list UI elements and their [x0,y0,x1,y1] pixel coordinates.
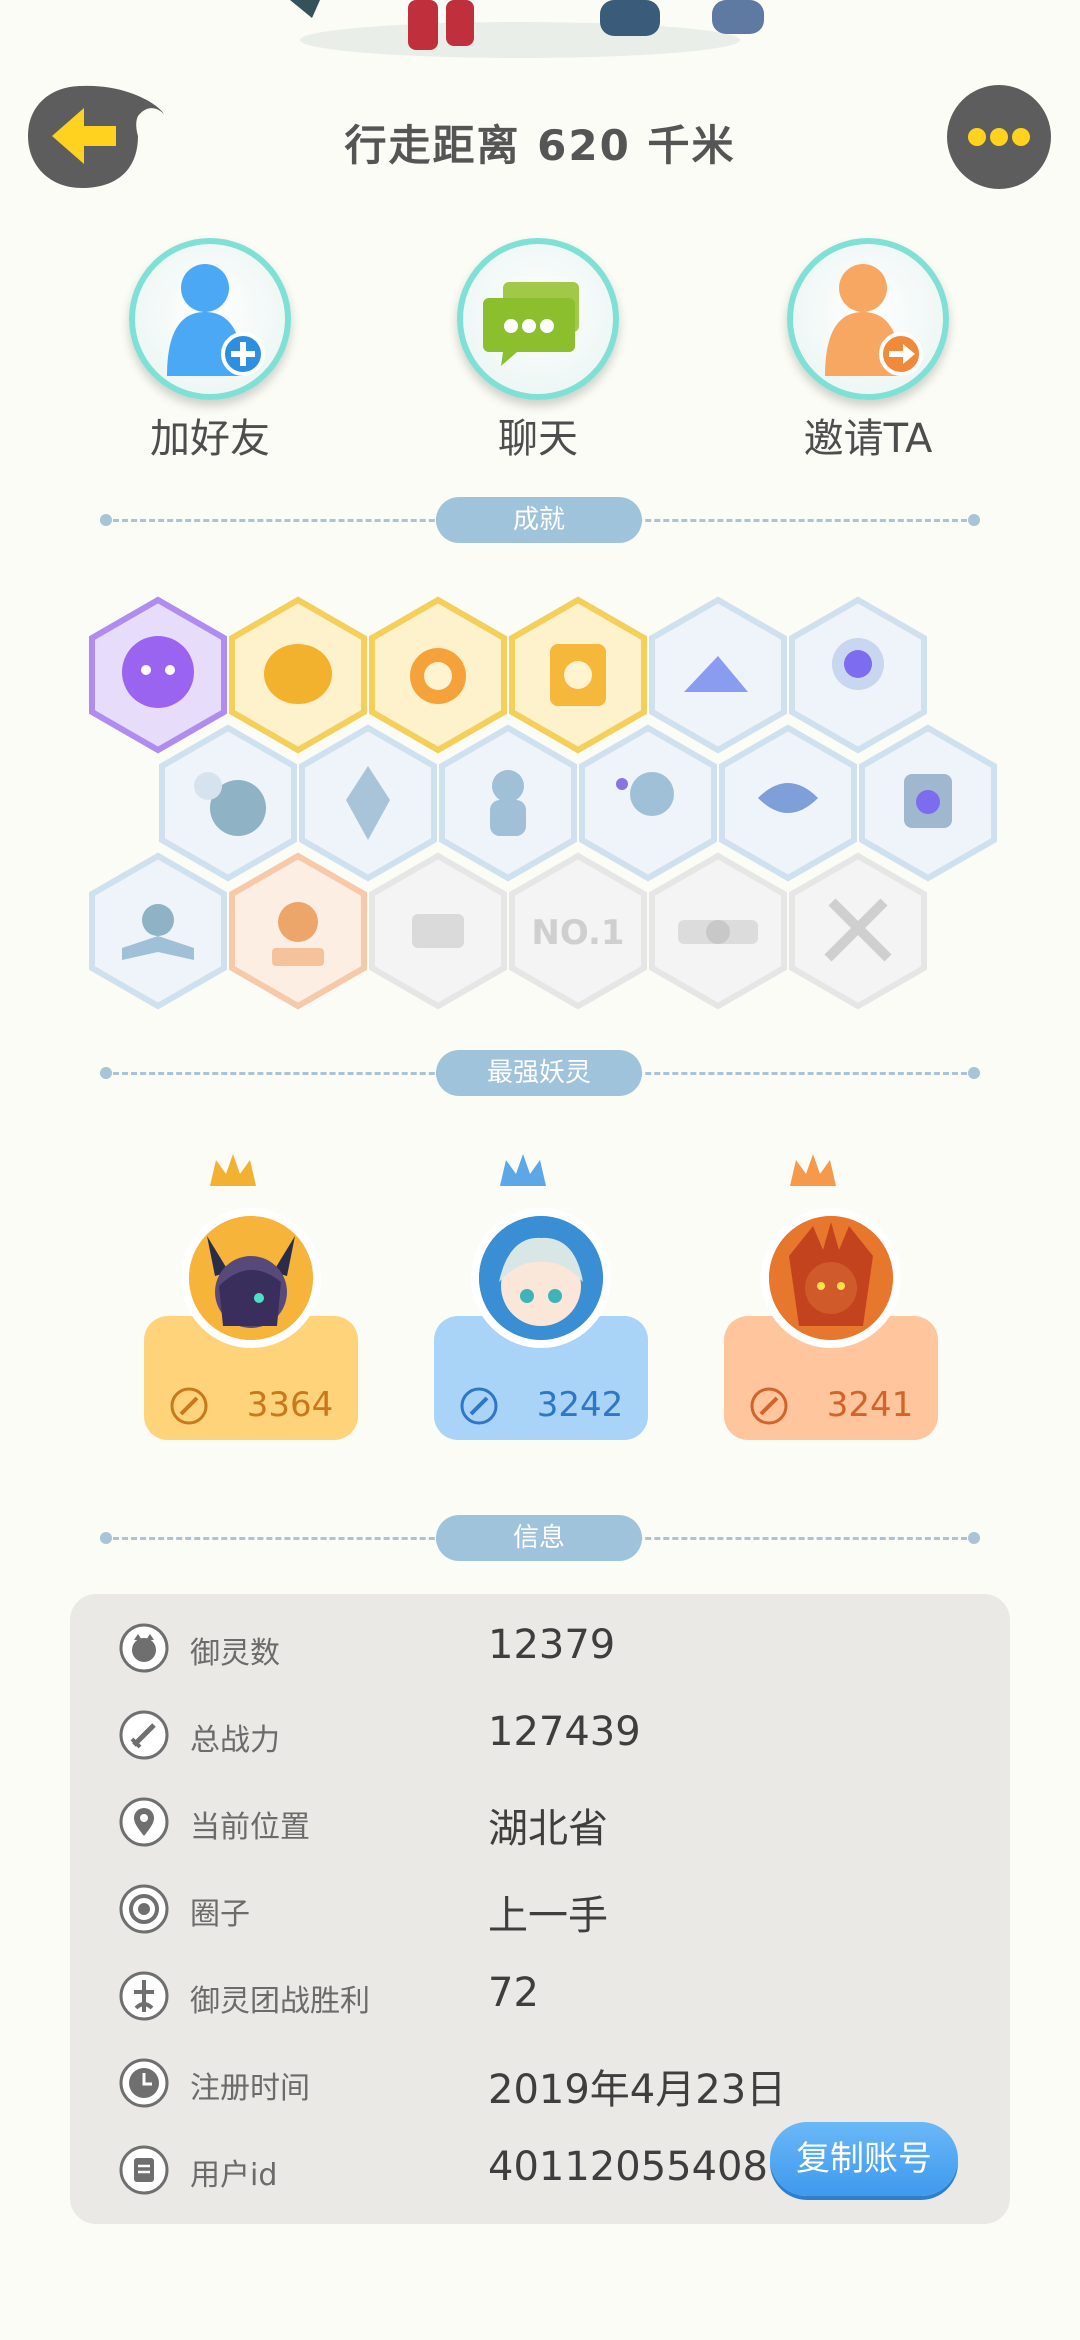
sword-icon [170,1387,208,1425]
info-value: 127439 [488,1709,641,1755]
copy-account-button[interactable]: 复制账号 [770,2122,958,2196]
spirit-power: 3242 [536,1384,624,1425]
invite-icon [825,264,923,376]
info-row-team-battle: 御灵团战胜利 72 [70,1964,1010,2024]
id-card-icon [119,2145,169,2195]
spirit-power: 3241 [826,1384,914,1425]
achievement-badge-book[interactable] [89,852,227,1010]
achievement-badge-gold-orb[interactable] [229,596,367,754]
info-value: 2019年4月23日 [488,2067,787,2113]
info-value: 40112055408 [488,2144,768,2190]
info-panel: 御灵数 12379 总战力 127439 当前位置 湖北省 圈子 上一手 御灵团… [70,1594,1010,2224]
clock-icon [119,2058,169,2108]
achievement-badge-crystal[interactable] [299,724,437,882]
info-value: 湖北省 [488,1806,608,1852]
info-label: 注册时间 [190,2071,310,2106]
spirit-card-3[interactable]: 3241 [724,1150,938,1440]
info-label: 圈子 [190,1897,250,1932]
achievements-section-title: 成就 [436,497,642,543]
sword-icon [750,1387,788,1425]
spirit-portrait [761,1208,901,1348]
character-feet-decoration [290,0,764,58]
strongest-section-title: 最强妖灵 [436,1050,642,1096]
info-value: 72 [488,1970,539,2016]
chat-button[interactable]: 聊天 [438,238,638,464]
info-label: 总战力 [190,1723,280,1758]
spirit-power: 3364 [246,1384,334,1425]
svg-text:NO.1: NO.1 [531,913,624,953]
circle-group-icon [119,1884,169,1934]
achievement-badge-no1[interactable]: NO.1 [509,852,647,1010]
achievement-badge-bull[interactable] [229,852,367,1010]
spirit-card-2[interactable]: 3242 [434,1150,648,1440]
achievement-badge-yin-yang-scroll[interactable] [509,596,647,754]
more-options-button[interactable] [944,82,1054,192]
more-dots-icon [947,85,1051,189]
achievement-badge-shoe[interactable] [649,596,787,754]
info-label: 御灵团战胜利 [190,1984,370,2019]
achievement-badge-cart[interactable] [369,852,507,1010]
info-row-spirit-count: 御灵数 12379 [70,1616,1010,1676]
achievement-badge-yin-yang-flame[interactable] [369,596,507,754]
crown-icon [790,1154,836,1186]
location-pin-icon [119,1797,169,1847]
spirit-count-icon [119,1623,169,1673]
info-row-location: 当前位置 湖北省 [70,1790,1010,1852]
crown-icon [210,1154,256,1186]
info-row-circle: 圈子 上一手 [70,1877,1010,1939]
achievement-badge-belt[interactable] [649,852,787,1010]
spirit-card-1[interactable]: 3364 [144,1150,358,1440]
crown-icon [500,1154,546,1186]
info-value: 上一手 [488,1893,608,1939]
info-row-register-time: 注册时间 2019年4月23日 [70,2051,1010,2113]
page-title: 行走距离 620 千米 [344,121,736,170]
info-section-title: 信息 [436,1515,642,1561]
info-label: 用户id [190,2158,278,2193]
info-divider: 信息 [100,1515,980,1561]
add-friend-label: 加好友 [150,416,270,462]
info-row-total-power: 总战力 127439 [70,1703,1010,1763]
info-label: 御灵数 [190,1636,280,1671]
spirit-portrait [181,1208,321,1348]
info-label: 当前位置 [190,1810,310,1845]
achievement-badge-crossed-swords[interactable] [789,852,927,1010]
achievement-badge-purple[interactable] [89,596,227,754]
achievement-badge-bear[interactable] [579,724,717,882]
add-friend-icon [167,264,265,376]
achievement-badge-fish[interactable] [719,724,857,882]
strongest-divider: 最强妖灵 [100,1050,980,1096]
info-value: 12379 [488,1622,616,1668]
achievement-badge-portal[interactable] [789,596,927,754]
achievement-badge-moon[interactable] [159,724,297,882]
achievement-badge-figure[interactable] [439,724,577,882]
achievement-badge-emblem[interactable] [859,724,997,882]
team-battle-icon [119,1971,169,2021]
sword-icon [119,1710,169,1760]
invite-button[interactable]: 邀请TA [768,238,968,464]
add-friend-button[interactable]: 加好友 [110,238,310,464]
achievements-divider: 成就 [100,497,980,543]
sword-icon [460,1387,498,1425]
chat-icon [483,282,579,366]
spirit-portrait [471,1208,611,1348]
chat-label: 聊天 [498,416,578,462]
invite-label: 邀请TA [803,416,933,462]
achievement-grid: NO.1 [0,590,1080,1010]
